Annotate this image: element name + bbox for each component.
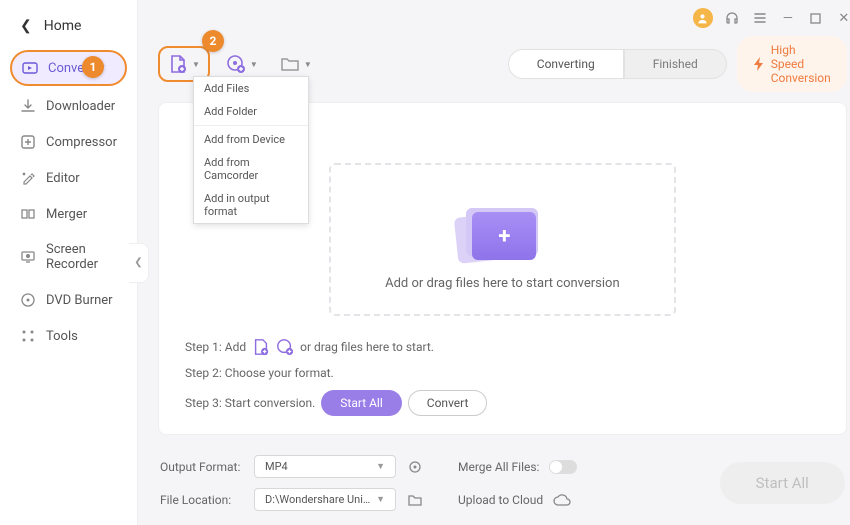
convert-step-button[interactable]: Convert xyxy=(408,390,488,416)
sidebar-collapse-handle[interactable]: ❮ xyxy=(129,243,149,283)
add-file-icon xyxy=(168,54,188,74)
minimize-icon[interactable]: — xyxy=(779,9,797,27)
add-disc-icon xyxy=(226,54,246,74)
chevron-down-icon: ▼ xyxy=(376,494,385,505)
tab-finished[interactable]: Finished xyxy=(624,49,727,79)
menu-item-add-files[interactable]: Add Files xyxy=(194,77,308,100)
main: — ✕ ▼ ▼ ▼ xyxy=(138,0,850,525)
downloader-icon xyxy=(20,98,36,114)
start-all-step-button[interactable]: Start All xyxy=(321,390,402,416)
sidebar-item-tools[interactable]: Tools xyxy=(10,320,127,352)
settings-icon[interactable] xyxy=(406,458,424,476)
avatar[interactable] xyxy=(693,8,713,28)
sidebar-item-label: DVD Burner xyxy=(46,293,113,308)
merge-label: Merge All Files: xyxy=(458,460,539,474)
output-format-value: MP4 xyxy=(265,460,288,473)
sidebar-item-converter[interactable]: Converter xyxy=(10,50,127,86)
sidebar-item-screen-recorder[interactable]: Screen Recorder xyxy=(10,234,127,280)
sidebar-item-label: Screen Recorder xyxy=(46,242,117,272)
chevron-down-icon: ▼ xyxy=(304,60,312,69)
folder-illustration: + xyxy=(452,202,552,262)
menu-separator xyxy=(194,125,308,126)
tab-converting[interactable]: Converting xyxy=(508,49,624,79)
add-disc-button[interactable]: ▼ xyxy=(220,50,264,78)
menu-item-add-in-output-format[interactable]: Add in output format xyxy=(194,187,308,223)
step-1-post: or drag files here to start. xyxy=(300,340,434,354)
footer: Output Format: MP4 ▼ Merge All Files: Fi… xyxy=(138,445,850,525)
dvd-burner-icon xyxy=(20,292,36,308)
screen-recorder-icon xyxy=(20,249,36,265)
step-3-text: Step 3: Start conversion. xyxy=(185,396,315,410)
file-location-select[interactable]: D:\Wondershare UniConverter 1 ▼ xyxy=(254,488,396,511)
add-file-icon[interactable] xyxy=(252,338,270,356)
step-1-pre: Step 1: Add xyxy=(185,340,246,354)
sidebar-item-merger[interactable]: Merger xyxy=(10,198,127,230)
compressor-icon xyxy=(20,134,36,150)
drop-area[interactable]: + Add or drag files here to start conver… xyxy=(329,163,676,316)
file-location-value: D:\Wondershare UniConverter 1 xyxy=(265,493,375,506)
chevron-down-icon: ▼ xyxy=(192,60,200,69)
close-icon[interactable]: ✕ xyxy=(835,9,850,27)
step-1: Step 1: Add or drag files here to start. xyxy=(185,338,820,356)
start-all-button[interactable]: Start All xyxy=(720,462,845,504)
steps: Step 1: Add or drag files here to start.… xyxy=(159,334,846,434)
file-location-label: File Location: xyxy=(160,493,244,507)
step-3: Step 3: Start conversion. Start All Conv… xyxy=(185,390,820,416)
output-format-label: Output Format: xyxy=(160,460,244,474)
output-format-select[interactable]: MP4 ▼ xyxy=(254,455,396,478)
menu-item-add-folder[interactable]: Add Folder xyxy=(194,100,308,123)
high-speed-label: High Speed Conversion xyxy=(771,43,831,85)
sidebar-item-label: Merger xyxy=(46,207,87,222)
open-folder-icon[interactable] xyxy=(406,491,424,509)
maximize-icon[interactable] xyxy=(807,9,825,27)
titlebar: — ✕ xyxy=(138,0,850,36)
tabs: Converting Finished xyxy=(508,49,727,79)
chevron-down-icon: ▼ xyxy=(250,60,258,69)
callout-badge-1: 1 xyxy=(82,56,104,78)
add-folder-icon xyxy=(280,54,300,74)
sidebar-item-editor[interactable]: Editor xyxy=(10,162,127,194)
upload-label: Upload to Cloud xyxy=(458,493,543,507)
sidebar-item-label: Tools xyxy=(46,329,78,344)
sidebar-item-downloader[interactable]: Downloader xyxy=(10,90,127,122)
merger-icon xyxy=(20,206,36,222)
sidebar: ❮ Home Converter Downloader Compressor xyxy=(0,0,138,525)
sidebar-item-label: Compressor xyxy=(46,135,117,150)
menu-item-add-from-device[interactable]: Add from Device xyxy=(194,128,308,151)
cloud-icon[interactable] xyxy=(553,491,571,509)
add-file-dropdown: Add Files Add Folder Add from Device Add… xyxy=(193,76,309,224)
sidebar-item-dvd-burner[interactable]: DVD Burner xyxy=(10,284,127,316)
headset-icon[interactable] xyxy=(723,9,741,27)
step-2: Step 2: Choose your format. xyxy=(185,366,820,380)
tools-icon xyxy=(20,328,36,344)
chevron-down-icon: ▼ xyxy=(376,461,385,472)
callout-badge-2: 2 xyxy=(202,30,224,52)
home-label: Home xyxy=(44,18,82,34)
high-speed-button[interactable]: High Speed Conversion xyxy=(737,36,847,92)
drop-text: Add or drag files here to start conversi… xyxy=(385,276,620,291)
sidebar-item-compressor[interactable]: Compressor xyxy=(10,126,127,158)
back-icon[interactable]: ❮ xyxy=(20,18,32,34)
lightning-icon xyxy=(753,57,765,71)
editor-icon xyxy=(20,170,36,186)
menu-item-add-from-camcorder[interactable]: Add from Camcorder xyxy=(194,151,308,187)
merge-toggle[interactable] xyxy=(549,460,577,474)
add-folder-button[interactable]: ▼ xyxy=(274,50,318,78)
sidebar-item-label: Editor xyxy=(46,171,80,186)
add-disc-icon[interactable] xyxy=(276,338,294,356)
converter-icon xyxy=(22,60,38,76)
menu-icon[interactable] xyxy=(751,9,769,27)
sidebar-item-label: Downloader xyxy=(46,99,115,114)
